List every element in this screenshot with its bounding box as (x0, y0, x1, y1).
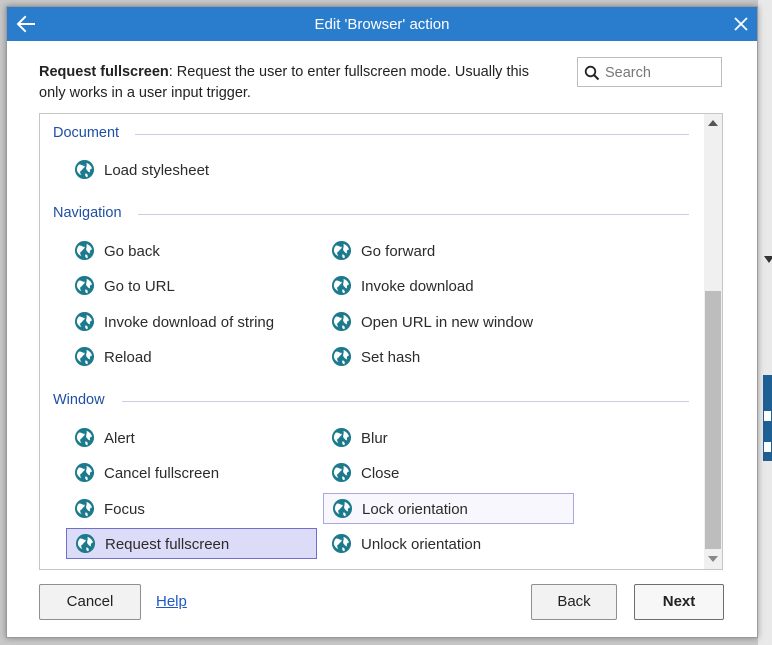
action-item-reload[interactable]: Reload (66, 342, 316, 372)
action-item-set-hash[interactable]: Set hash (323, 342, 573, 372)
globe-icon (331, 240, 352, 261)
action-item-label: Focus (104, 501, 145, 518)
description-action-name: Request fullscreen (39, 64, 169, 80)
globe-icon (74, 240, 95, 261)
arrow-left-icon (16, 15, 35, 33)
action-item-blur[interactable]: Blur (323, 423, 573, 453)
section-divider (138, 214, 689, 215)
action-list: Document Load stylesheet Navigation Go b… (39, 113, 723, 570)
action-item-label: Set hash (361, 349, 421, 366)
scroll-down-arrow-icon[interactable] (708, 556, 718, 562)
action-item-label: Close (361, 465, 400, 482)
action-item-unlock-orientation[interactable]: Unlock orientation (323, 529, 573, 559)
action-item-label: Go forward (361, 243, 436, 260)
globe-icon (331, 533, 352, 554)
action-item-label: Invoke download of string (104, 314, 275, 331)
action-item-lock-orientation[interactable]: Lock orientation (323, 493, 574, 524)
background-window (758, 0, 772, 645)
section-header-navigation: Navigation (53, 205, 122, 221)
action-item-label: Cancel fullscreen (104, 465, 220, 482)
section-header-document: Document (53, 125, 120, 141)
action-item-open-url-in-new-window[interactable]: Open URL in new window (323, 307, 573, 337)
globe-icon (74, 275, 95, 296)
globe-icon (74, 311, 95, 332)
action-item-invoke-download[interactable]: Invoke download (323, 271, 573, 301)
background-dropdown-arrow-icon (764, 256, 772, 263)
action-item-go-back[interactable]: Go back (66, 236, 316, 266)
globe-icon (74, 462, 95, 483)
action-item-alert[interactable]: Alert (66, 423, 316, 453)
globe-icon (331, 311, 352, 332)
action-item-label: Go back (104, 243, 160, 260)
dialog-title: Edit 'Browser' action (314, 16, 450, 33)
action-item-label: Load stylesheet (104, 162, 210, 179)
action-item-label: Open URL in new window (361, 314, 534, 331)
globe-icon (331, 462, 352, 483)
back-arrow-button[interactable] (13, 12, 39, 36)
action-item-load-stylesheet[interactable]: Load stylesheet (66, 155, 316, 185)
next-button[interactable]: Next (634, 584, 724, 620)
globe-icon (331, 275, 352, 296)
globe-icon (332, 498, 353, 519)
globe-icon (331, 346, 352, 367)
action-item-label: Blur (361, 430, 388, 447)
action-item-focus[interactable]: Focus (66, 494, 316, 524)
globe-icon (331, 427, 352, 448)
section-divider (135, 134, 689, 135)
action-item-request-fullscreen[interactable]: Request fullscreen (66, 528, 317, 559)
search-input[interactable] (603, 62, 719, 84)
help-link[interactable]: Help (156, 593, 187, 610)
action-item-close[interactable]: Close (323, 458, 573, 488)
action-item-label: Invoke download (361, 278, 474, 295)
scrollbar-thumb[interactable] (705, 291, 721, 549)
action-item-cancel-fullscreen[interactable]: Cancel fullscreen (66, 458, 316, 488)
action-item-label: Go to URL (104, 278, 175, 295)
search-icon (584, 65, 600, 81)
action-item-label: Alert (104, 430, 135, 447)
globe-icon (74, 159, 95, 180)
title-bar: Edit 'Browser' action (7, 7, 757, 41)
action-item-label: Lock orientation (362, 501, 468, 518)
action-description: Request fullscreen: Request the user to … (39, 62, 559, 104)
list-scrollbar[interactable] (704, 114, 722, 569)
action-item-label: Unlock orientation (361, 536, 482, 553)
globe-icon (74, 427, 95, 448)
search-box[interactable] (577, 57, 722, 87)
close-button[interactable] (729, 12, 753, 36)
action-item-label: Reload (104, 349, 152, 366)
section-divider (122, 401, 689, 402)
close-icon (734, 17, 748, 31)
action-item-go-forward[interactable]: Go forward (323, 236, 573, 266)
back-button[interactable]: Back (531, 584, 617, 620)
cancel-button[interactable]: Cancel (39, 584, 141, 620)
globe-icon (74, 498, 95, 519)
globe-icon (74, 346, 95, 367)
background-check-icon (764, 442, 771, 452)
action-item-invoke-download-of-string[interactable]: Invoke download of string (66, 307, 316, 337)
background-check-icon (764, 411, 771, 421)
action-item-go-to-url[interactable]: Go to URL (66, 271, 316, 301)
globe-icon (75, 533, 96, 554)
section-header-window: Window (53, 392, 105, 408)
action-item-label: Request fullscreen (105, 536, 230, 553)
scroll-up-arrow-icon[interactable] (708, 120, 718, 126)
edit-action-dialog: Edit 'Browser' action Request fullscreen… (6, 6, 758, 638)
